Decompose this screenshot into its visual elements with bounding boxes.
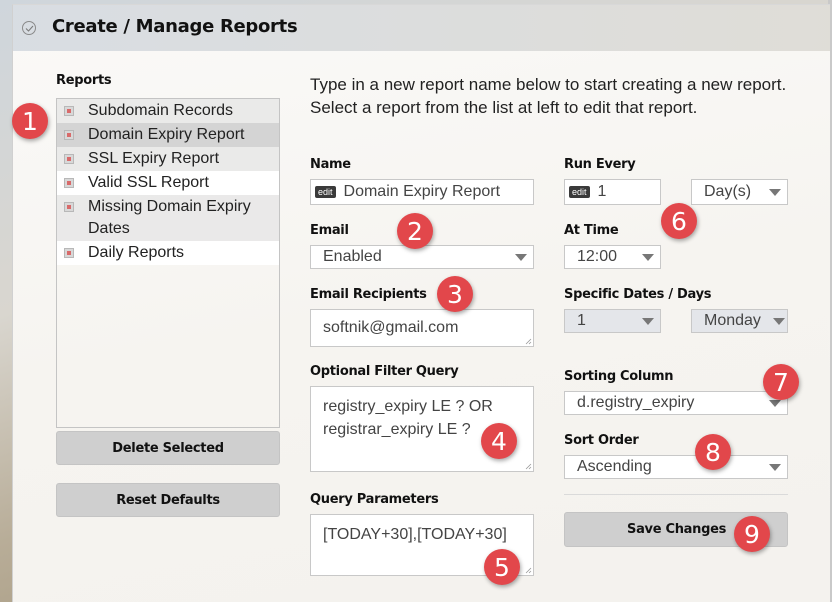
email-label: Email [310, 223, 349, 238]
email-select[interactable]: Enabled [310, 245, 534, 269]
name-label: Name [310, 157, 351, 172]
chevron-down-icon [773, 317, 785, 325]
report-item-label: Daily Reports [88, 244, 185, 261]
at-time-select[interactable]: 12:00 [564, 245, 661, 269]
chevron-down-icon [769, 463, 781, 471]
specific-dates-label: Specific Dates / Days [564, 287, 712, 302]
manage-reports-panel: Create / Manage Reports Reports Subdomai… [12, 4, 830, 602]
chevron-down-icon [642, 317, 654, 325]
sort-order-value: Ascending [577, 458, 652, 475]
report-item-label: Subdomain Records [88, 102, 233, 119]
report-icon [64, 106, 74, 116]
resize-grip-icon[interactable] [524, 566, 532, 574]
sorting-column-select[interactable]: d.registry_expiry [564, 391, 788, 415]
run-every-unit-select[interactable]: Day(s) [691, 179, 788, 205]
name-value: Domain Expiry Report [343, 183, 501, 200]
specific-date-select[interactable]: 1 [564, 309, 661, 333]
chevron-down-icon [642, 253, 654, 261]
report-item-label: SSL Expiry Report [88, 150, 220, 167]
callout-badge: 3 [437, 276, 473, 312]
specific-day-value: Monday [704, 312, 761, 329]
query-params-label: Query Parameters [310, 492, 439, 507]
delete-selected-button[interactable]: Delete Selected [56, 431, 280, 465]
report-icon [64, 178, 74, 188]
resize-grip-icon[interactable] [524, 462, 532, 470]
callout-badge: 2 [397, 213, 433, 249]
callout-badge: 7 [763, 364, 799, 400]
filter-query-label: Optional Filter Query [310, 364, 459, 379]
panel-title: Create / Manage Reports [52, 16, 298, 37]
report-item-label: Domain Expiry Report [88, 126, 245, 143]
query-params-value: [TODAY+30],[TODAY+30] [323, 526, 507, 543]
edit-badge: edit [569, 186, 590, 198]
name-input[interactable]: edit Domain Expiry Report [310, 179, 534, 205]
edit-badge: edit [315, 186, 336, 198]
report-list-item[interactable]: Subdomain Records [57, 99, 279, 123]
report-list-item[interactable]: SSL Expiry Report [57, 147, 279, 171]
run-every-label: Run Every [564, 157, 636, 172]
reset-defaults-button[interactable]: Reset Defaults [56, 483, 280, 517]
reports-label: Reports [56, 73, 112, 88]
report-item-label: Missing Domain Expiry Dates [88, 198, 251, 237]
run-every-input[interactable]: edit 1 [564, 179, 661, 205]
circle-check-icon[interactable] [22, 21, 36, 35]
report-icon [64, 202, 74, 212]
intro-text: Type in a new report name below to start… [310, 75, 787, 117]
email-recipients-value: softnik@gmail.com [323, 319, 459, 336]
report-icon [64, 130, 74, 140]
divider [564, 494, 788, 495]
sort-order-label: Sort Order [564, 433, 639, 448]
at-time-value: 12:00 [577, 248, 618, 265]
report-list-item[interactable]: Missing Domain Expiry Dates [57, 195, 279, 241]
report-list-item[interactable]: Valid SSL Report [57, 171, 279, 195]
sorting-column-value: d.registry_expiry [577, 394, 695, 411]
email-recipients-input[interactable]: softnik@gmail.com [310, 309, 534, 347]
panel-body: Reports Subdomain Records Domain Expiry … [13, 51, 830, 602]
filter-query-value: registry_expiry LE ? OR registrar_expiry… [323, 398, 493, 438]
run-every-value: 1 [597, 183, 607, 200]
sorting-column-label: Sorting Column [564, 369, 674, 384]
chevron-down-icon [769, 188, 781, 196]
email-value: Enabled [323, 248, 382, 265]
callout-badge: 1 [12, 103, 48, 139]
specific-date-value: 1 [577, 312, 586, 329]
callout-badge: 9 [734, 516, 770, 552]
resize-grip-icon[interactable] [524, 337, 532, 345]
report-list-item-selected[interactable]: Domain Expiry Report [57, 123, 279, 147]
report-list-item[interactable]: Daily Reports [57, 241, 279, 265]
panel-header[interactable]: Create / Manage Reports [13, 5, 830, 51]
reports-list[interactable]: Subdomain Records Domain Expiry Report S… [56, 98, 280, 428]
chevron-down-icon [769, 399, 781, 407]
callout-badge: 6 [661, 203, 697, 239]
at-time-label: At Time [564, 223, 619, 238]
callout-badge: 4 [481, 423, 517, 459]
report-icon [64, 248, 74, 258]
email-recipients-label: Email Recipients [310, 287, 427, 302]
callout-badge: 8 [695, 434, 731, 470]
sort-order-select[interactable]: Ascending [564, 455, 788, 479]
report-item-label: Valid SSL Report [88, 174, 209, 191]
chevron-down-icon [515, 253, 527, 261]
report-icon [64, 154, 74, 164]
run-every-unit-value: Day(s) [704, 183, 752, 200]
callout-badge: 5 [484, 549, 520, 585]
specific-day-select[interactable]: Monday [691, 309, 788, 333]
